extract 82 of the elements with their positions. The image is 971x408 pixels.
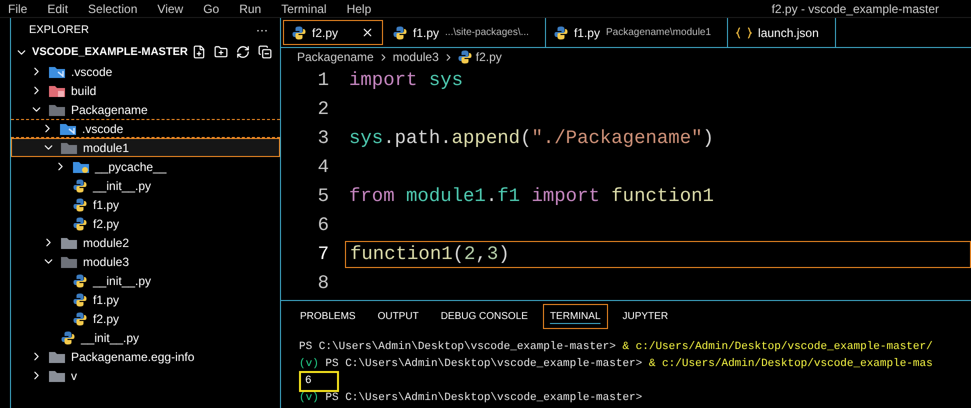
tree-item[interactable]: Packagename.egg-info xyxy=(11,347,280,366)
python-file-icon xyxy=(393,26,407,40)
folder-icon xyxy=(49,369,65,382)
tree-item[interactable]: f1.py xyxy=(11,290,280,309)
refresh-icon[interactable] xyxy=(236,45,250,59)
python-file-icon xyxy=(61,330,75,344)
python-file-icon xyxy=(554,26,568,40)
python-file-icon xyxy=(73,198,87,212)
tree-item[interactable]: __pycache__ xyxy=(11,157,280,176)
code-line: import sys xyxy=(348,68,464,94)
tree-item[interactable]: module2 xyxy=(11,233,280,252)
menu-item[interactable]: Selection xyxy=(88,0,138,18)
folder-icon xyxy=(61,236,77,249)
window-title: f2.py - vscode_example-master xyxy=(772,0,940,18)
menu-item[interactable]: Go xyxy=(203,0,220,18)
tree-item[interactable]: f2.py xyxy=(11,214,280,233)
braces-icon xyxy=(736,26,752,38)
breadcrumb-item[interactable]: module3 xyxy=(392,48,439,66)
menu-item[interactable]: Run xyxy=(239,0,262,18)
menu-item[interactable]: View xyxy=(157,0,184,18)
explorer-title: EXPLORER xyxy=(29,22,89,38)
tree-item[interactable]: v xyxy=(11,366,280,385)
line-number: 8 xyxy=(316,271,330,296)
menu-item[interactable]: Help xyxy=(346,0,372,18)
editor-tab[interactable]: f1.py Packagename\module1 xyxy=(546,18,728,47)
tree-item[interactable]: build xyxy=(11,81,280,100)
python-file-icon xyxy=(73,178,87,192)
code-line: sys.path.append("./Packagename") xyxy=(348,126,715,152)
panel-tab[interactable]: TERMINAL xyxy=(542,304,608,328)
panel-tab[interactable]: DEBUG CONSOLE xyxy=(434,304,535,328)
tree-item[interactable]: f2.py xyxy=(11,309,280,328)
menu-item[interactable]: File xyxy=(8,0,28,18)
folder-icon xyxy=(49,65,65,78)
tree-item[interactable]: .vscode xyxy=(11,62,280,81)
breadcrumb-item[interactable]: f2.py xyxy=(476,48,502,66)
panel-tab[interactable]: PROBLEMS xyxy=(293,304,363,328)
tree-item[interactable]: Packagename xyxy=(11,100,280,119)
line-number: 7 xyxy=(316,242,330,268)
root-folder[interactable]: VSCODE_EXAMPLE-MASTER xyxy=(11,42,280,62)
terminal-line: (v) PS C:\Users\Admin\Desktop\vscode_example-master> xyxy=(299,391,644,406)
line-number: 2 xyxy=(316,97,330,122)
line-number: 4 xyxy=(316,155,330,180)
close-icon[interactable] xyxy=(361,26,374,39)
tree-item[interactable]: module1 xyxy=(11,138,280,157)
editor-tab[interactable]: f2.py xyxy=(283,20,383,45)
menu-item[interactable]: Edit xyxy=(47,0,68,18)
new-folder-icon[interactable] xyxy=(214,45,228,59)
python-file-icon xyxy=(73,312,87,326)
tree-item[interactable]: f1.py xyxy=(11,195,280,214)
terminal-output: 6 xyxy=(299,371,339,392)
line-number: 1 xyxy=(316,68,330,94)
python-file-icon xyxy=(458,50,472,64)
menu-item[interactable]: Terminal xyxy=(281,0,327,18)
folder-icon xyxy=(49,103,65,116)
tree-item[interactable]: __init__.py xyxy=(11,328,280,347)
editor-tab[interactable]: launch.json xyxy=(728,18,836,47)
python-file-icon xyxy=(73,274,87,288)
line-number: 6 xyxy=(316,213,330,238)
collapse-all-icon[interactable] xyxy=(258,45,272,59)
breadcrumb-item[interactable]: Packagename xyxy=(297,48,374,66)
new-file-icon[interactable] xyxy=(192,45,206,59)
tree-item[interactable]: module3 xyxy=(11,252,280,271)
folder-icon xyxy=(61,141,77,154)
editor-tab[interactable]: f1.py ...\site-packages\... xyxy=(385,18,546,47)
folder-icon xyxy=(49,84,65,97)
python-file-icon xyxy=(292,26,306,40)
line-number: 3 xyxy=(316,126,330,152)
terminal-line: (v) PS C:\Users\Admin\Desktop\vscode_example-master> & c:/Users/Admin/Desktop/vscode_example-mas xyxy=(299,357,934,372)
folder-icon xyxy=(73,160,89,173)
terminal-line: PS C:\Users\Admin\Desktop\vscode_example-master> & c:/Users/Admin/Desktop/vscode_example-master/ xyxy=(299,340,934,355)
folder-icon xyxy=(61,255,77,268)
code-line: from module1.f1 import function1 xyxy=(348,184,715,210)
tree-item[interactable]: __init__.py xyxy=(11,271,280,290)
more-actions-button[interactable]: ··· xyxy=(256,21,268,39)
folder-icon xyxy=(60,122,76,135)
panel-tab[interactable]: OUTPUT xyxy=(370,304,426,328)
line-number: 5 xyxy=(316,184,330,210)
folder-icon xyxy=(49,350,65,363)
tree-item[interactable]: __init__.py xyxy=(11,176,280,195)
python-file-icon xyxy=(73,292,87,306)
python-file-icon xyxy=(73,216,87,230)
panel-tab[interactable]: JUPYTER xyxy=(616,304,676,328)
